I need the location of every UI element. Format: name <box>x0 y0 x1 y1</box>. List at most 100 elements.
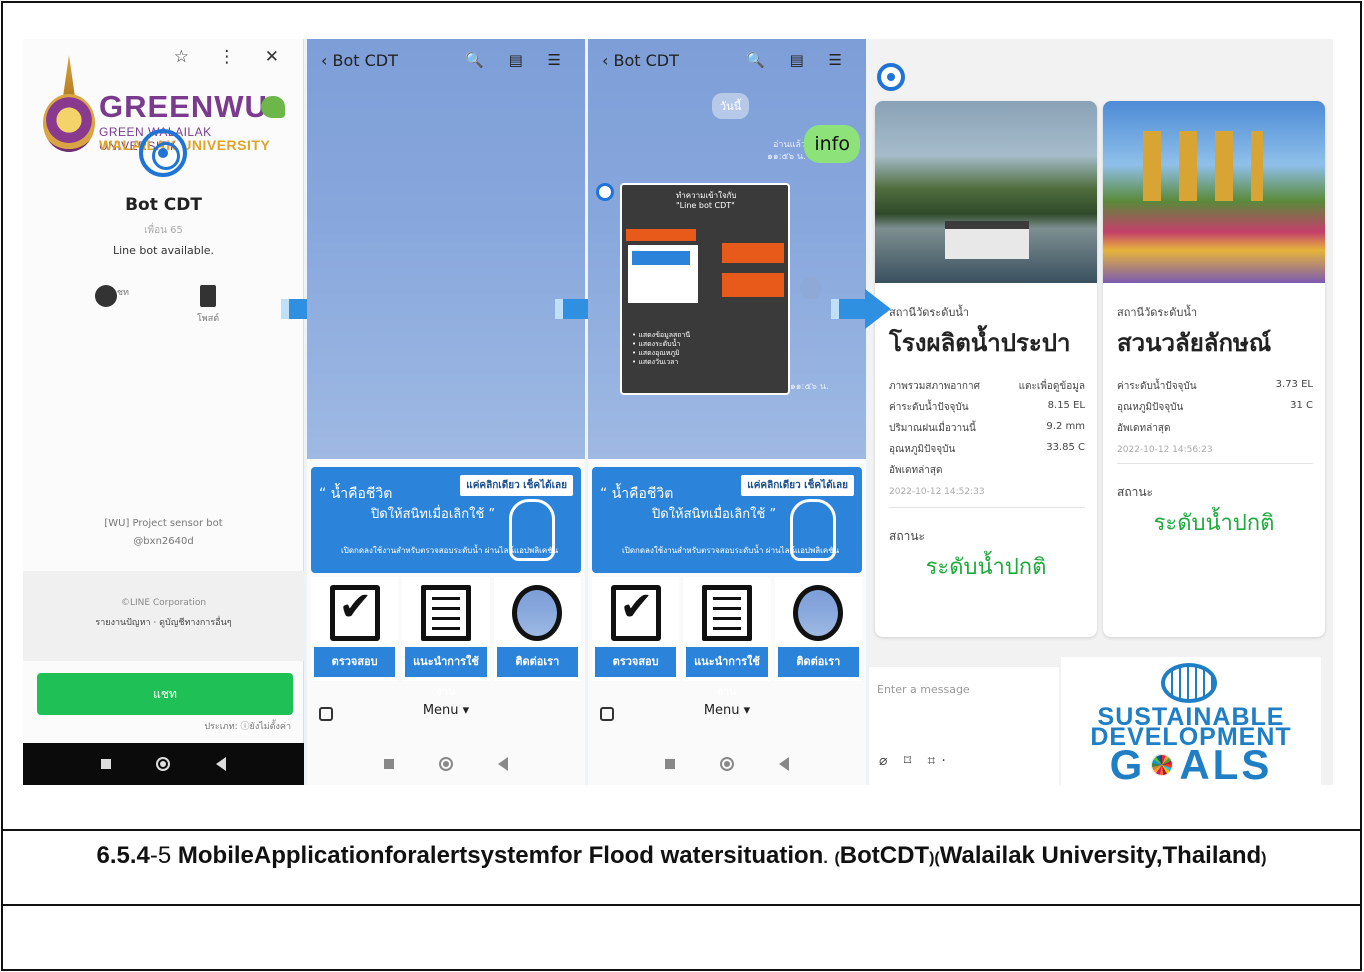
guide-image-message[interactable]: ทำความเข้าใจกับ "Line bot CDT" • แสดงข้อ… <box>620 183 790 395</box>
rich-menu-banner[interactable]: “ น้ำคือชีวิต ปิดให้สนิทเมื่อเลิกใช้ ” แ… <box>592 467 862 573</box>
post-action-label: โพสต์ <box>196 314 220 324</box>
guide-label: แนะนำการใช้งาน <box>686 647 768 698</box>
recent-apps-icon[interactable] <box>384 759 395 769</box>
back-icon[interactable] <box>216 757 227 771</box>
goals-g: G <box>1109 741 1146 785</box>
station-card-2[interactable]: สถานีวัดระดับน้ำ สวนวลัยลักษณ์ ค่าระดับน… <box>1103 101 1325 637</box>
caption-bot: BotCDT <box>839 842 930 869</box>
bot-sensor-icon <box>139 129 187 177</box>
card-row: ภาพรวมสภาพอากาศ แตะเพื่อดูข้อมูล <box>889 379 1085 394</box>
message-timestamp: ๑๑:๕๖ น. <box>790 382 829 392</box>
goals-rest: ALS <box>1179 741 1273 785</box>
report-links[interactable]: รายงานปัญหา · ดูบัญชีทางการอื่นๆ <box>23 613 304 633</box>
document-icon <box>701 585 752 641</box>
corp-text: ©LINE Corporation <box>120 598 207 608</box>
rich-menu-banner[interactable]: “ น้ำคือชีวิต ปิดให้สนิทเมื่อเลิกใช้ ” แ… <box>311 467 581 573</box>
card-category: สถานีวัดระดับน้ำ <box>1117 306 1198 319</box>
home-icon[interactable] <box>438 757 453 771</box>
station-card-1[interactable]: สถานีวัดระดับน้ำ โรงผลิตน้ำประปา ภาพรวมส… <box>875 101 1097 637</box>
row-key: ค่าระดับน้ำปัจจุบัน <box>1117 381 1197 392</box>
line-id: @bxn2640d <box>133 536 194 547</box>
chat-action[interactable]: แชท <box>95 285 145 307</box>
menu-toggle[interactable]: Menu ▾ <box>307 703 585 718</box>
contact-tile[interactable]: ติดต่อเรา <box>774 577 862 681</box>
banner-quote-2: ปิดให้สนิทเมื่อเลิกใช้ ” <box>652 507 777 522</box>
chat-header-icons[interactable]: 🔍 ▤ ☰ <box>465 51 571 69</box>
station-name: สวนวลัยลักษณ์ <box>1117 329 1272 357</box>
leaf-icon <box>261 96 285 118</box>
bot-name: Bot CDT <box>125 195 202 215</box>
friends-count: เพื่อน 65 <box>144 225 183 236</box>
home-icon[interactable] <box>156 757 171 771</box>
type-note: ประเภท: ⓘยังไม่ตั้งค่า <box>204 722 291 732</box>
check-tile[interactable]: ตรวจสอบ <box>592 577 680 681</box>
headset-icon <box>512 585 563 641</box>
hand-tap-icon <box>509 499 555 561</box>
chat-title[interactable]: ‹ Bot CDT <box>321 51 398 70</box>
banner-quote-2: ปิดให้สนิทเมื่อเลิกใช้ ” <box>371 507 496 522</box>
update-date: 2022-10-12 14:52:33 <box>889 487 985 497</box>
status-label: สถานะ <box>1117 485 1153 499</box>
poster-block <box>626 229 696 241</box>
caption-university: Walailak University,Thailand <box>939 842 1262 869</box>
recent-apps-icon[interactable] <box>100 759 111 769</box>
row-key: อุณหภูมิปัจจุบัน <box>889 444 956 455</box>
menu-toggle[interactable]: Menu ▾ <box>588 703 866 718</box>
back-icon[interactable] <box>497 757 508 771</box>
check-label: ตรวจสอบ <box>595 647 677 677</box>
poster-list: • แสดงข้อมูลสถานี • แสดงระดับน้ำ • แสดงอ… <box>632 331 691 366</box>
banner-quote-1: “ น้ำคือชีวิต <box>600 486 674 502</box>
contact-label: ติดต่อเรา <box>777 647 859 677</box>
post-action[interactable]: โพสต์ <box>183 285 233 325</box>
card-row: อัพเดทล่าสุด <box>889 463 1085 478</box>
read-receipt: อ่านแล้ว ๑๑:๕๖ น. <box>767 140 806 162</box>
status-value: ระดับน้ำปกติ <box>1153 511 1275 536</box>
check-label: ตรวจสอบ <box>314 647 396 677</box>
caption-title: MobileApplicationforalertsystemfor Flood… <box>177 842 824 869</box>
rich-menu-tiles: ตรวจสอบ แนะนำการใช้งาน ติดต่อเรา <box>592 577 862 698</box>
row-key: ค่าระดับน้ำปัจจุบัน <box>889 402 969 413</box>
card-row: อุณหภูมิปัจจุบัน 33.85 C <box>889 442 1085 457</box>
share-icon[interactable] <box>800 277 822 299</box>
card-row: อุณหภูมิปัจจุบัน 31 C <box>1117 400 1313 415</box>
station-photo-2 <box>1103 101 1325 283</box>
message-input[interactable]: Enter a message ⌀ ⌑ ⌗· <box>869 667 1059 785</box>
contact-label: ติดต่อเรา <box>496 647 578 677</box>
back-icon[interactable] <box>778 757 789 771</box>
user-message-info[interactable]: info <box>804 125 860 163</box>
station-photo-1 <box>875 101 1097 283</box>
card-row: ค่าระดับน้ำปัจจุบัน 3.73 EL <box>1117 379 1313 394</box>
project-name: [WU] Project sensor bot <box>104 518 223 529</box>
update-date: 2022-10-12 14:56:23 <box>1117 445 1213 455</box>
checkbox-icon <box>329 584 380 641</box>
row-value: 33.85 C <box>1046 442 1085 453</box>
chat-panel-empty: ‹ Bot CDT 🔍 ▤ ☰ “ น้ำคือชีวิต ปิดให้สนิท… <box>307 39 585 785</box>
bot-avatar <box>877 63 905 91</box>
check-tile[interactable]: ตรวจสอบ <box>311 577 399 681</box>
card-row: ค่าระดับน้ำปัจจุบัน 8.15 EL <box>889 400 1085 415</box>
chat-title[interactable]: ‹ Bot CDT <box>602 51 679 70</box>
home-icon[interactable] <box>719 757 734 771</box>
input-tool-icons[interactable]: ⌀ ⌑ ⌗· <box>879 753 952 769</box>
chat-title-text: Bot CDT <box>332 51 398 70</box>
poster-title: ทำความเข้าใจกับ "Line bot CDT" <box>676 191 737 210</box>
sdg-goals: G ALS <box>1061 741 1321 785</box>
post-icon <box>200 285 216 307</box>
chat-button[interactable]: แชท <box>37 673 293 715</box>
chat-bubble-icon <box>95 285 117 307</box>
chat-title-text: Bot CDT <box>613 51 679 70</box>
profile-top-icons[interactable]: ☆ ⋮ ✕ <box>174 47 291 67</box>
guide-tile[interactable]: แนะนำการใช้งาน <box>402 577 490 698</box>
screenshot-row: GREENWU GREEN WALAILAK UNIVERSITY WALAIL… <box>3 3 1360 831</box>
university-seal <box>43 94 95 152</box>
guide-tile[interactable]: แนะนำการใช้งาน <box>683 577 771 698</box>
recent-apps-icon[interactable] <box>665 759 676 769</box>
contact-tile[interactable]: ติดต่อเรา <box>493 577 581 681</box>
row-value[interactable]: แตะเพื่อดูข้อมูล <box>1019 379 1085 394</box>
divider <box>1117 463 1313 464</box>
station-name: โรงผลิตน้ำประปา <box>889 329 1071 357</box>
guide-label: แนะนำการใช้งาน <box>405 647 487 698</box>
status-label: สถานะ <box>889 529 925 543</box>
row-value: 8.15 EL <box>1047 400 1085 411</box>
chat-header-icons[interactable]: 🔍 ▤ ☰ <box>746 51 852 69</box>
